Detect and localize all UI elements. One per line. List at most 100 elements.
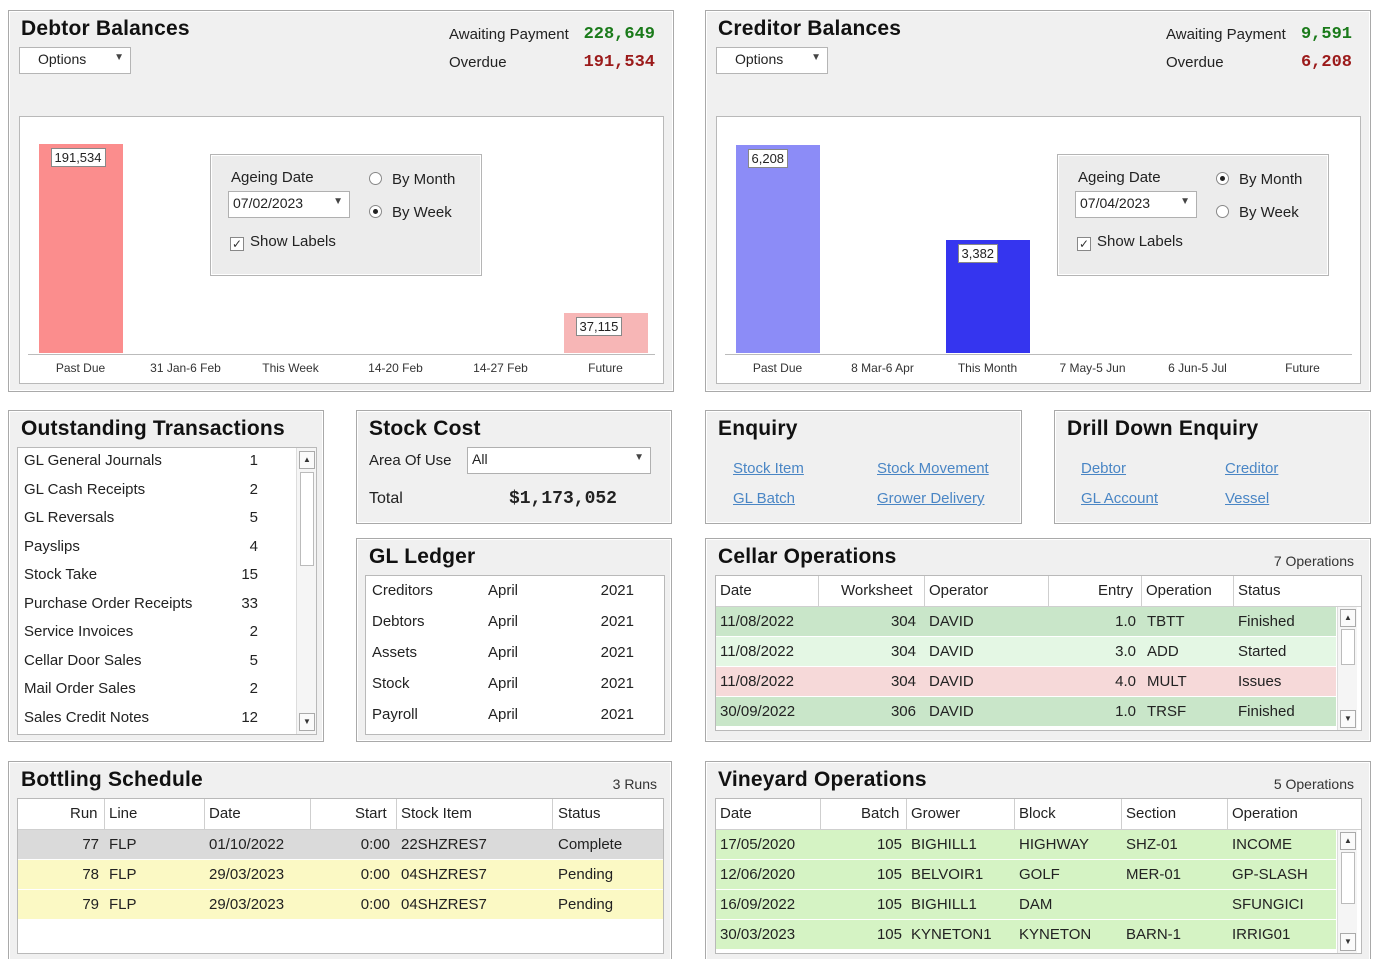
- data-label: 6,208: [747, 148, 789, 168]
- cellar-cell-ws: 304: [890, 643, 916, 660]
- gl-batch-link[interactable]: GL Batch: [733, 490, 795, 507]
- radio-icon: [369, 172, 382, 185]
- vineyard-cell-date: 17/05/2020: [720, 836, 796, 853]
- table-row[interactable]: 11/08/2022 304 DAVID 1.0 TBTT Finished: [716, 607, 1336, 637]
- col-operation[interactable]: Operation: [1146, 582, 1212, 599]
- col-date[interactable]: Date: [720, 582, 752, 599]
- bottling-cell-date: 29/03/2023: [209, 866, 285, 883]
- col-batch[interactable]: Batch: [861, 805, 899, 822]
- col-stock-item[interactable]: Stock Item: [401, 805, 472, 822]
- chevron-down-icon: ▼: [333, 196, 343, 207]
- table-row[interactable]: 30/09/2022 306 DAVID 1.0 TRSF Finished: [716, 697, 1336, 727]
- stock-item-link[interactable]: Stock Item: [733, 460, 804, 477]
- list-item[interactable]: Sales Credit Notes 12: [24, 709, 286, 735]
- gl-ledger-row[interactable]: Creditors April 2021: [372, 582, 658, 610]
- col-start[interactable]: Start: [355, 805, 387, 822]
- col-line[interactable]: Line: [109, 805, 137, 822]
- bar-past-due[interactable]: [38, 144, 123, 353]
- debtor-options-dropdown[interactable]: Options ▼: [19, 47, 131, 74]
- col-grower[interactable]: Grower: [911, 805, 960, 822]
- col-run[interactable]: Run: [70, 805, 98, 822]
- show-labels-checkbox[interactable]: ✓ Show Labels: [1077, 233, 1183, 251]
- drill-down-enquiry-title: Drill Down Enquiry: [1067, 417, 1259, 440]
- list-item[interactable]: Service Invoices 2: [24, 623, 286, 651]
- cellar-operations-count: 7 Operations: [1273, 553, 1354, 569]
- ageing-date-picker[interactable]: 07/02/2023 ▼: [228, 191, 350, 218]
- list-item-count: 33: [241, 594, 258, 612]
- col-date[interactable]: Date: [209, 805, 241, 822]
- gl-ledger-row[interactable]: Assets April 2021: [372, 644, 658, 672]
- list-item[interactable]: Payslips 4: [24, 538, 286, 566]
- list-item[interactable]: GL Cash Receipts 2: [24, 481, 286, 509]
- area-of-use-select[interactable]: All ▼: [467, 447, 651, 474]
- table-row[interactable]: 17/05/2020 105 BIGHILL1 HIGHWAY SHZ-01 INCOME: [716, 830, 1336, 860]
- table-row[interactable]: 30/03/2023 105 KYNETON1 KYNETON BARN-1 IRRIG0…: [716, 920, 1336, 950]
- bottling-cell-status: Complete: [558, 836, 623, 853]
- scroll-up-icon[interactable]: ▲: [1340, 609, 1356, 627]
- outstanding-scrollbar[interactable]: ▲ ▼: [296, 448, 316, 734]
- gl-account-link[interactable]: GL Account: [1081, 490, 1158, 507]
- options-label: Options: [38, 51, 87, 67]
- ageing-date-picker[interactable]: 07/04/2023 ▼: [1075, 191, 1197, 218]
- stock-movement-link[interactable]: Stock Movement: [877, 460, 989, 477]
- col-entry[interactable]: Entry: [1098, 582, 1133, 599]
- list-item[interactable]: Cellar Door Sales 5: [24, 652, 286, 680]
- table-row[interactable]: 77 FLP 01/10/2022 0:00 22SHZRES7 Complete: [18, 830, 663, 860]
- col-block[interactable]: Block: [1019, 805, 1056, 822]
- x-tick-label: 6 Jun-5 Jul: [1168, 361, 1227, 375]
- scroll-thumb[interactable]: [1341, 629, 1355, 665]
- bar-past-due[interactable]: [735, 144, 820, 353]
- table-row[interactable]: 12/06/2020 105 BELVOIR1 GOLF MER-01 GP-SLASH: [716, 860, 1336, 890]
- gl-ledger-row[interactable]: Stock April 2021: [372, 675, 658, 703]
- debtor-link[interactable]: Debtor: [1081, 460, 1126, 477]
- gl-ledger-row[interactable]: Payroll April 2021: [372, 706, 658, 734]
- scroll-up-icon[interactable]: ▲: [1340, 832, 1356, 850]
- list-item[interactable]: Mail Order Sales 2: [24, 680, 286, 708]
- grower-delivery-link[interactable]: Grower Delivery: [877, 490, 985, 507]
- by-month-radio[interactable]: By Month: [1216, 171, 1302, 188]
- vineyard-cell-grower: BELVOIR1: [911, 866, 984, 883]
- creditor-balances-title: Creditor Balances: [718, 17, 902, 40]
- vineyard-cell-batch: 105: [876, 926, 902, 943]
- creditor-link[interactable]: Creditor: [1225, 460, 1278, 477]
- cellar-cell-date: 11/08/2022: [720, 613, 794, 630]
- col-date[interactable]: Date: [720, 805, 752, 822]
- table-row[interactable]: 11/08/2022 304 DAVID 4.0 MULT Issues: [716, 667, 1336, 697]
- list-item[interactable]: Stock Take 15: [24, 566, 286, 594]
- scroll-down-icon[interactable]: ▼: [1340, 933, 1356, 951]
- col-section[interactable]: Section: [1126, 805, 1176, 822]
- show-labels-checkbox[interactable]: ✓ Show Labels: [230, 233, 336, 251]
- vineyard-scrollbar[interactable]: ▲ ▼: [1337, 830, 1357, 953]
- cellar-scrollbar[interactable]: ▲ ▼: [1337, 607, 1357, 730]
- cellar-cell-entry: 3.0: [1115, 643, 1136, 660]
- table-row[interactable]: 78 FLP 29/03/2023 0:00 04SHZRES7 Pending: [18, 860, 663, 890]
- list-item-label: Mail Order Sales: [24, 680, 136, 697]
- by-week-radio[interactable]: By Week: [1216, 204, 1299, 221]
- vessel-link[interactable]: Vessel: [1225, 490, 1269, 507]
- creditor-options-dropdown[interactable]: Options ▼: [716, 47, 828, 74]
- scroll-down-icon[interactable]: ▼: [1340, 710, 1356, 728]
- table-row[interactable]: 16/09/2022 105 BIGHILL1 DAM SFUNGICI: [716, 890, 1336, 920]
- by-month-radio[interactable]: By Month: [369, 171, 455, 188]
- gl-ledger-row[interactable]: Debtors April 2021: [372, 613, 658, 641]
- list-item[interactable]: Purchase Order Receipts 33: [24, 595, 286, 623]
- vineyard-cell-block: KYNETON: [1019, 926, 1092, 943]
- scroll-up-icon[interactable]: ▲: [299, 451, 315, 469]
- table-row[interactable]: 11/08/2022 304 DAVID 3.0 ADD Started: [716, 637, 1336, 667]
- col-operation[interactable]: Operation: [1232, 805, 1298, 822]
- gl-ledger-name: Stock: [372, 675, 410, 692]
- col-worksheet[interactable]: Worksheet: [841, 582, 912, 599]
- cellar-cell-date: 30/09/2022: [720, 703, 796, 720]
- table-row[interactable]: 79 FLP 29/03/2023 0:00 04SHZRES7 Pending: [18, 890, 663, 920]
- scroll-thumb[interactable]: [1341, 852, 1355, 904]
- list-item[interactable]: GL Reversals 5: [24, 509, 286, 537]
- col-status[interactable]: Status: [1238, 582, 1281, 599]
- by-week-radio[interactable]: By Week: [369, 204, 452, 221]
- cellar-operations-grid: Date Worksheet Operator Entry Operation …: [715, 575, 1362, 731]
- col-operator[interactable]: Operator: [929, 582, 988, 599]
- col-status[interactable]: Status: [558, 805, 601, 822]
- list-item[interactable]: GL General Journals 1: [24, 452, 286, 480]
- scroll-down-icon[interactable]: ▼: [299, 713, 315, 731]
- vineyard-cell-date: 30/03/2023: [720, 926, 796, 943]
- scroll-thumb[interactable]: [300, 472, 314, 566]
